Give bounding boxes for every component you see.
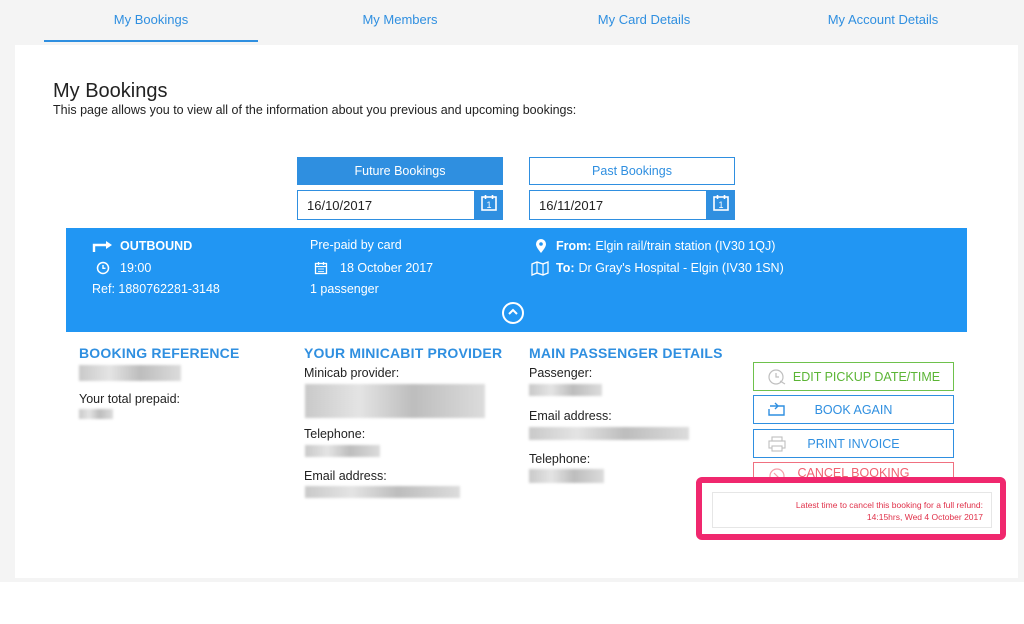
passenger-count: 1 passenger <box>310 282 379 296</box>
calendar-glyph: 1 <box>718 200 723 210</box>
print-invoice-button[interactable]: PRINT INVOICE <box>753 429 954 458</box>
total-prepaid-value-redacted <box>79 409 113 419</box>
chevron-up-icon <box>507 306 519 320</box>
page-subtitle: This page allows you to view all of the … <box>53 103 577 117</box>
clock-edit-icon <box>766 368 788 386</box>
page-title: My Bookings <box>53 80 168 102</box>
passenger-telephone-value-redacted <box>529 469 604 483</box>
to-label: To: <box>556 261 575 275</box>
provider-email-value-redacted <box>305 486 460 498</box>
booking-ref: Ref: 1880762281-3148 <box>92 282 220 296</box>
passenger-telephone-label: Telephone: <box>529 452 591 466</box>
direction-row: OUTBOUND <box>92 238 192 254</box>
minicab-provider-value-redacted <box>305 384 485 418</box>
payment-method: Pre-paid by card <box>310 238 402 252</box>
printer-icon <box>766 435 788 453</box>
passenger-email-label: Email address: <box>529 409 612 423</box>
direction-label: OUTBOUND <box>120 239 193 253</box>
calendar-icon: 1 <box>480 194 498 217</box>
edit-pickup-label: EDIT PICKUP DATE/TIME <box>792 369 941 384</box>
booking-reference-heading: BOOKING REFERENCE <box>79 345 240 361</box>
booking-reference-value-redacted <box>79 365 181 381</box>
cancel-booking-button[interactable]: CANCEL BOOKING <box>753 462 954 478</box>
refund-notice-line2: 14:15hrs, Wed 4 October 2017 <box>866 512 983 522</box>
edit-pickup-button[interactable]: EDIT PICKUP DATE/TIME <box>753 362 954 391</box>
to-row: To: Dr Gray's Hospital - Elgin (IV30 1SN… <box>530 260 784 276</box>
past-bookings-button[interactable]: Past Bookings <box>529 157 735 185</box>
time-row: 19:00 <box>94 260 151 276</box>
provider-email-label: Email address: <box>304 469 387 483</box>
tab-my-members[interactable]: My Members <box>293 12 507 27</box>
calendar-icon: 1 <box>712 194 730 217</box>
refund-notice: Latest time to cancel this booking for a… <box>712 492 992 528</box>
book-again-label: BOOK AGAIN <box>814 402 893 417</box>
booking-summary-banner[interactable]: OUTBOUND 19:00 Ref: 1880762281-3148 Pre-… <box>66 228 967 332</box>
from-value: Elgin rail/train station (IV30 1QJ) <box>595 239 776 253</box>
tab-my-card-details[interactable]: My Card Details <box>537 12 751 27</box>
passenger-label: Passenger: <box>529 366 593 380</box>
provider-telephone-label: Telephone: <box>304 427 366 441</box>
past-date-input[interactable]: 16/11/2017 <box>529 190 707 220</box>
total-prepaid-label: Your total prepaid: <box>79 392 181 406</box>
passenger-value-redacted <box>529 384 602 396</box>
passenger-email-value-redacted <box>529 427 689 440</box>
clock-icon <box>94 260 112 276</box>
top-navigation: My Bookings My Members My Card Details M… <box>0 0 1024 44</box>
minicab-provider-label: Minicab provider: <box>304 366 400 380</box>
past-calendar-button[interactable]: 1 <box>706 190 735 220</box>
from-row: From: Elgin rail/train station (IV30 1QJ… <box>532 238 775 254</box>
refund-notice-line1: Latest time to cancel this booking for a… <box>795 500 983 510</box>
pickup-time: 19:00 <box>120 261 152 275</box>
date-row: 18 October 2017 <box>312 260 433 276</box>
repeat-icon <box>766 401 788 419</box>
future-date-input[interactable]: 16/10/2017 <box>297 190 475 220</box>
to-value: Dr Gray's Hospital - Elgin (IV30 1SN) <box>578 261 784 275</box>
location-pin-icon <box>532 238 550 254</box>
tab-my-bookings[interactable]: My Bookings <box>44 12 258 27</box>
provider-heading: YOUR MINICABIT PROVIDER <box>304 345 503 361</box>
from-label: From: <box>556 239 592 253</box>
refund-notice-highlight: Latest time to cancel this booking for a… <box>696 477 1006 540</box>
booking-date: 18 October 2017 <box>340 261 434 275</box>
arrow-right-icon <box>92 238 114 254</box>
provider-telephone-value-redacted <box>305 445 380 457</box>
active-tab-indicator <box>44 40 258 42</box>
book-again-button[interactable]: BOOK AGAIN <box>753 395 954 424</box>
calendar-icon <box>312 260 330 276</box>
cancel-icon <box>766 464 788 477</box>
main-passenger-heading: MAIN PASSENGER DETAILS <box>529 345 723 361</box>
map-icon <box>530 260 550 276</box>
print-invoice-label: PRINT INVOICE <box>807 436 900 451</box>
future-calendar-button[interactable]: 1 <box>474 190 503 220</box>
collapse-button[interactable] <box>502 302 524 324</box>
tab-my-account-details[interactable]: My Account Details <box>776 12 990 27</box>
calendar-glyph: 1 <box>486 200 491 210</box>
future-bookings-button[interactable]: Future Bookings <box>297 157 503 185</box>
